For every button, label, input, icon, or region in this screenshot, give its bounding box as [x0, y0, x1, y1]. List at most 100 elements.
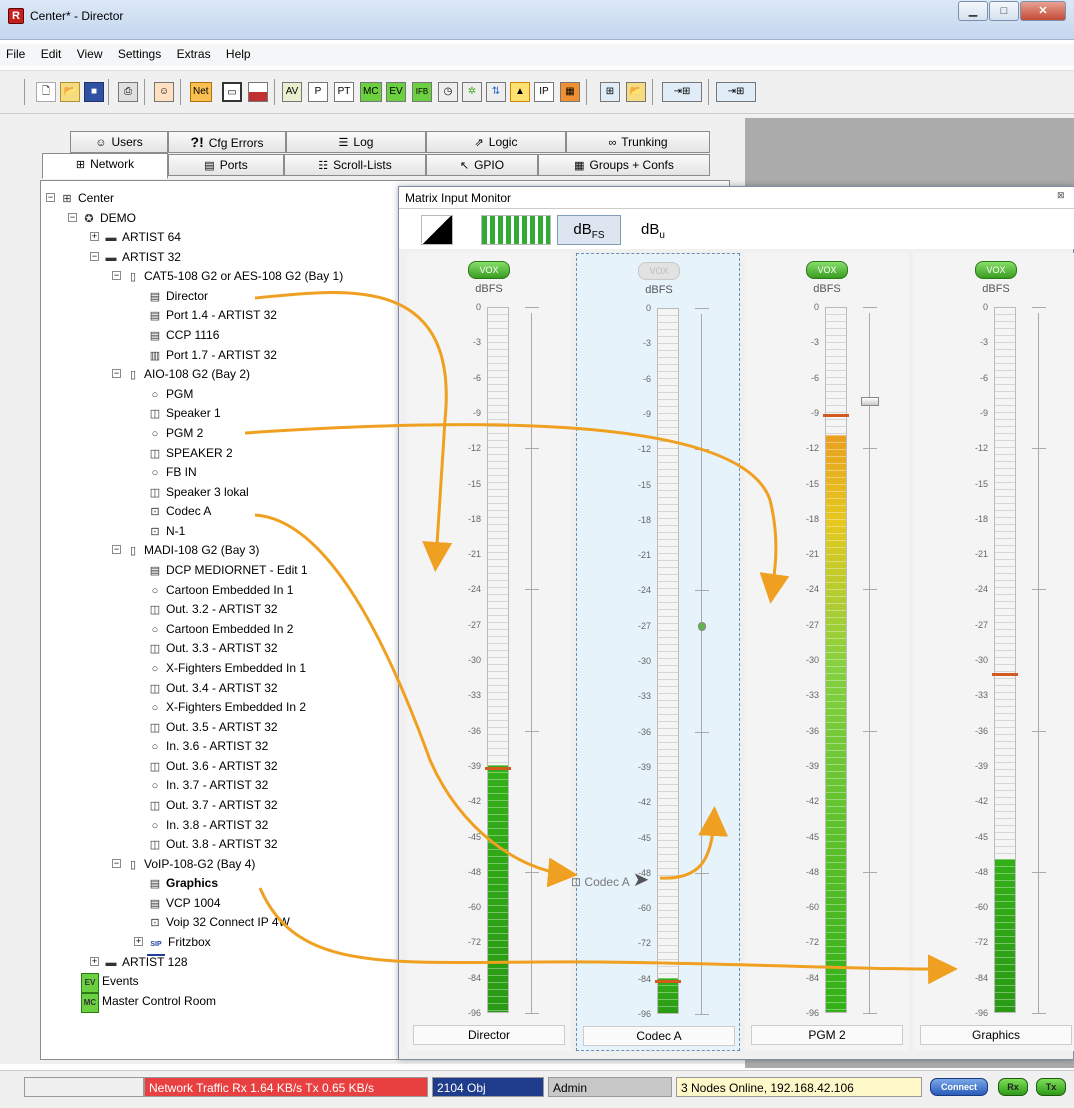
- network-icon[interactable]: ⇅: [486, 82, 506, 102]
- fader-knob[interactable]: [861, 397, 879, 407]
- tree-item[interactable]: ○ Cartoon Embedded In 2: [147, 620, 294, 638]
- tree-item[interactable]: ◫ Out. 3.4 - ARTIST 32: [147, 679, 278, 697]
- tree-expander[interactable]: −: [68, 212, 77, 222]
- tree-item[interactable]: ▤ CCP 1116: [147, 326, 220, 344]
- tree-item[interactable]: ○ In. 3.7 - ARTIST 32: [147, 776, 269, 794]
- tree-item[interactable]: ○ In. 3.8 - ARTIST 32: [147, 816, 269, 834]
- menu-edit[interactable]: Edit: [35, 44, 68, 64]
- tree-item[interactable]: ◫ Out. 3.8 - ARTIST 32: [147, 835, 278, 853]
- tree-expander[interactable]: −: [112, 369, 121, 379]
- import-icon[interactable]: ⇥⊞: [716, 82, 756, 102]
- export-icon[interactable]: ⇥⊞: [662, 82, 702, 102]
- pt-icon[interactable]: PT: [334, 82, 354, 102]
- menu-extras[interactable]: Extras: [171, 44, 217, 64]
- flag-icon[interactable]: [248, 82, 268, 102]
- tree-item[interactable]: ○ FB IN: [147, 463, 197, 481]
- tab-logic[interactable]: ⇗ Logic: [426, 131, 566, 153]
- tree-item[interactable]: ✪ DEMO: [81, 209, 136, 227]
- matrix-icon[interactable]: ▦: [560, 82, 580, 102]
- tree-item[interactable]: ▯ VoIP-108-G2 (Bay 4): [125, 855, 255, 873]
- tree-item[interactable]: ▤ DCP MEDIORNET - Edit 1: [147, 561, 308, 579]
- tree-item[interactable]: ○ In. 3.6 - ARTIST 32: [147, 737, 269, 755]
- tab-trunking[interactable]: ∞ Trunking: [566, 131, 710, 153]
- ip-icon[interactable]: IP: [534, 82, 554, 102]
- tree-item[interactable]: ◫ SPEAKER 2: [147, 444, 233, 462]
- tree-item[interactable]: ▥ Port 1.7 - ARTIST 32: [147, 346, 277, 364]
- fader-knob[interactable]: [698, 621, 706, 631]
- tab-ports[interactable]: ▤ Ports: [168, 154, 284, 176]
- menu-settings[interactable]: Settings: [112, 44, 167, 64]
- tree-item[interactable]: MC Master Control Room: [81, 992, 216, 1013]
- dbu-toggle[interactable]: dBu: [625, 215, 681, 245]
- p-icon[interactable]: P: [308, 82, 328, 102]
- tree-item[interactable]: ▯ MADI-108 G2 (Bay 3): [125, 541, 259, 559]
- vox-button[interactable]: VOX: [638, 262, 680, 280]
- tree-item[interactable]: ▬ ARTIST 128: [103, 953, 188, 971]
- tree-expander[interactable]: +: [90, 956, 99, 966]
- tree-expander[interactable]: −: [112, 858, 121, 868]
- dbfs-toggle[interactable]: dBFS: [557, 215, 621, 245]
- contrast-icon[interactable]: [421, 215, 453, 245]
- ev-icon[interactable]: EV: [386, 82, 406, 102]
- panel-icon[interactable]: ▭: [222, 82, 242, 102]
- clock-icon[interactable]: ◷: [438, 82, 458, 102]
- tree-item[interactable]: ▯ CAT5-108 G2 or AES-108 G2 (Bay 1): [125, 267, 343, 285]
- tree-expander[interactable]: +: [90, 232, 99, 242]
- user-icon[interactable]: ☺: [154, 82, 174, 102]
- print-icon[interactable]: ⎙: [118, 82, 138, 102]
- tree-item[interactable]: ▬ ARTIST 32: [103, 248, 181, 266]
- tree-item[interactable]: ◫ Out. 3.7 - ARTIST 32: [147, 796, 278, 814]
- tree-item[interactable]: SIP Fritzbox: [147, 933, 211, 957]
- tree-item[interactable]: ◫ Speaker 1: [147, 404, 221, 422]
- menu-view[interactable]: View: [71, 44, 109, 64]
- channel-strip[interactable]: VOX dBFS 0 -3 -6 -9 -12 -15 -18 -21 -24 -27 -30 -33 -3…: [407, 253, 571, 1051]
- tab-cfg-errors[interactable]: ?! Cfg Errors: [168, 131, 286, 153]
- connect-button[interactable]: Connect: [930, 1078, 988, 1096]
- vox-button[interactable]: VOX: [806, 261, 848, 279]
- meter-bars-icon[interactable]: [481, 215, 551, 245]
- tree-item[interactable]: EV Events: [81, 972, 139, 994]
- maximize-button[interactable]: □: [989, 1, 1019, 21]
- tree-item[interactable]: ◫ Speaker 3 lokal: [147, 483, 249, 501]
- folder-icon[interactable]: 📂: [626, 82, 646, 102]
- av-icon[interactable]: AV: [282, 82, 302, 102]
- tab-gpio[interactable]: ↖ GPIO: [426, 154, 538, 176]
- warning-icon[interactable]: ▲: [510, 82, 530, 102]
- tree-item[interactable]: ▤ Director: [147, 287, 208, 305]
- tree-icon[interactable]: ⊞: [600, 82, 620, 102]
- ifb-icon[interactable]: IFB: [412, 82, 432, 102]
- close-button[interactable]: ✕: [1020, 1, 1066, 21]
- tree-item[interactable]: ○ X-Fighters Embedded In 1: [147, 659, 306, 677]
- tab-users[interactable]: ☺ Users: [70, 131, 168, 153]
- tab-groups-confs[interactable]: ▦ Groups + Confs: [538, 154, 710, 176]
- tree-item[interactable]: ▤ VCP 1004: [147, 894, 221, 912]
- menu-file[interactable]: File: [0, 44, 31, 64]
- tree-expander[interactable]: −: [112, 545, 121, 555]
- tab-log[interactable]: ☰ Log: [286, 131, 426, 153]
- vox-button[interactable]: VOX: [468, 261, 510, 279]
- channel-strip[interactable]: VOX dBFS 0 -3 -6 -9 -12 -15 -18 -21 -24 -27 -30 -33 -3…: [745, 253, 909, 1051]
- tree-item[interactable]: ○ X-Fighters Embedded In 2: [147, 698, 306, 716]
- tree-item[interactable]: ⊡ N-1: [147, 522, 185, 540]
- tree-item[interactable]: ◫ Out. 3.5 - ARTIST 32: [147, 718, 278, 736]
- open-icon[interactable]: 📂: [60, 82, 80, 102]
- tree-item[interactable]: ▤ Port 1.4 - ARTIST 32: [147, 306, 277, 324]
- tree-item[interactable]: ⊡ Codec A: [147, 502, 211, 520]
- tab-scroll-lists[interactable]: ☷ Scroll-Lists: [284, 154, 426, 176]
- vox-button[interactable]: VOX: [975, 261, 1017, 279]
- channel-strip[interactable]: VOX dBFS 0 -3 -6 -9 -12 -15 -18 -21 -24 -27 -30 -33 -3…: [914, 253, 1074, 1051]
- tree-item[interactable]: ◫ Out. 3.2 - ARTIST 32: [147, 600, 278, 618]
- tree-item[interactable]: ▯ AIO-108 G2 (Bay 2): [125, 365, 250, 383]
- mc-icon[interactable]: MC: [360, 82, 382, 102]
- tree-item[interactable]: ⊞ Center: [59, 189, 114, 207]
- new-icon[interactable]: 🗋: [36, 82, 56, 102]
- tree-item[interactable]: ◫ Out. 3.6 - ARTIST 32: [147, 757, 278, 775]
- monitor-close-icon[interactable]: ⊠: [1057, 190, 1069, 202]
- tree-item[interactable]: ▬ ARTIST 64: [103, 228, 181, 246]
- tab-network[interactable]: ⊞ Network: [42, 153, 168, 179]
- tree-expander[interactable]: −: [112, 271, 121, 281]
- minimize-button[interactable]: ▁: [958, 1, 988, 21]
- net-icon[interactable]: Net: [190, 82, 212, 102]
- tree-expander[interactable]: −: [90, 251, 99, 261]
- tree-expander[interactable]: +: [134, 937, 143, 947]
